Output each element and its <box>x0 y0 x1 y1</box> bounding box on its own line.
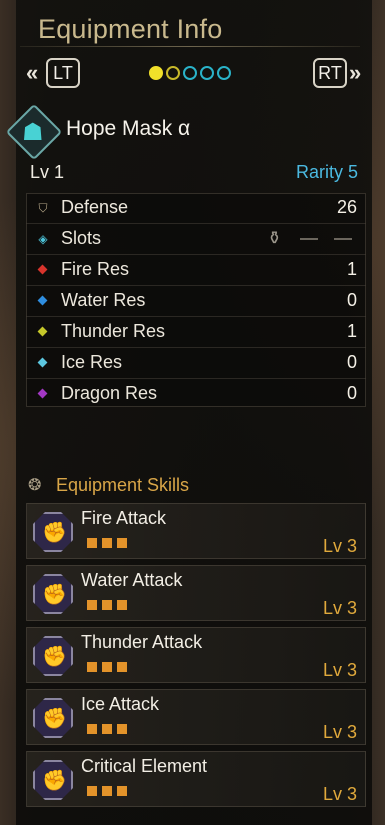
nav-left-arrow-icon[interactable]: « <box>26 60 38 86</box>
skill-badge-icon: ✊ <box>33 574 73 614</box>
page-dot <box>183 66 197 80</box>
empty-slot <box>334 238 352 240</box>
water-diamond-icon <box>37 295 48 306</box>
skill-level: Lv 3 <box>322 784 357 804</box>
stat-value: 0 <box>346 383 357 403</box>
shield-icon: ⛉ <box>38 201 48 215</box>
stat-label: Dragon Res <box>61 383 158 403</box>
stat-row-fire-res: Fire Res 1 <box>26 255 366 286</box>
stat-value: 0 <box>346 290 357 310</box>
skill-level: Lv 3 <box>322 536 357 556</box>
ice-diamond-icon <box>37 357 48 368</box>
stat-label: Defense <box>61 197 129 217</box>
stat-label: Water Res <box>61 290 146 310</box>
skill-card-ice-attack[interactable]: ✊ Ice Attack Lv 3 <box>26 689 366 745</box>
stat-row-thunder-res: Thunder Res 1 <box>26 317 366 348</box>
empty-slot <box>300 238 318 240</box>
skill-card-critical-element[interactable]: ✊ Critical Element Lv 3 <box>26 751 366 807</box>
skill-badge-icon: ✊ <box>33 636 73 676</box>
page-indicator <box>149 66 231 80</box>
page-dot <box>149 66 163 80</box>
nav-right-arrow-icon[interactable]: » <box>349 60 361 86</box>
slot-gem-icon: ◈ <box>38 232 48 246</box>
skill-badge-icon: ✊ <box>33 512 73 552</box>
skill-card-water-attack[interactable]: ✊ Water Attack Lv 3 <box>26 565 366 621</box>
panel-title: Equipment Info <box>38 14 223 44</box>
stat-row-dragon-res: Dragon Res 0 <box>26 379 366 410</box>
skill-level: Lv 3 <box>322 660 357 680</box>
stat-label: Ice Res <box>61 352 123 372</box>
skill-card-fire-attack[interactable]: ✊ Fire Attack Lv 3 <box>26 503 366 559</box>
fire-diamond-icon <box>37 264 48 275</box>
stat-label: Thunder Res <box>61 321 166 341</box>
rt-button[interactable]: RT <box>313 58 347 88</box>
dragon-diamond-icon <box>37 388 48 399</box>
skill-pips <box>87 662 127 672</box>
stat-label: Fire Res <box>61 259 130 279</box>
skill-level: Lv 3 <box>322 722 357 742</box>
skill-level: Lv 3 <box>322 598 357 618</box>
skill-card-thunder-attack[interactable]: ✊ Thunder Attack Lv 3 <box>26 627 366 683</box>
page-dot <box>166 66 180 80</box>
head-armor-icon: ☗ <box>22 119 44 146</box>
skill-badge-icon: ✊ <box>33 698 73 738</box>
skill-name: Fire Attack <box>81 508 167 528</box>
skill-badge-icon: ✊ <box>33 760 73 800</box>
title-divider <box>20 46 360 47</box>
page-dot <box>200 66 214 80</box>
skill-pips <box>87 724 127 734</box>
stat-row-ice-res: Ice Res 0 <box>26 348 366 379</box>
thunder-diamond-icon <box>37 326 48 337</box>
stat-row-slots: ◈ Slots ⚱ <box>26 224 366 255</box>
skill-name: Ice Attack <box>81 694 160 714</box>
stat-row-defense: ⛉ Defense 26 <box>26 193 366 224</box>
skill-name: Critical Element <box>81 756 208 776</box>
skill-pips <box>87 786 127 796</box>
skill-pips <box>87 600 127 610</box>
skills-section-title: Equipment Skills <box>56 475 190 495</box>
weapon-slot-icon: ⚱ <box>266 228 282 248</box>
skill-name: Water Attack <box>81 570 183 590</box>
item-name: Hope Mask α <box>66 117 191 140</box>
item-rarity: Rarity 5 <box>295 162 358 182</box>
skills-icon: ❂ <box>28 477 42 494</box>
stat-value: 1 <box>346 321 357 341</box>
skill-pips <box>87 538 127 548</box>
item-level: Lv 1 <box>30 162 65 182</box>
lt-button[interactable]: LT <box>46 58 80 88</box>
skill-name: Thunder Attack <box>81 632 203 652</box>
stat-row-water-res: Water Res 0 <box>26 286 366 317</box>
stat-label: Slots <box>61 228 102 248</box>
stat-value: 1 <box>346 259 357 279</box>
page-dot <box>217 66 231 80</box>
stat-value: 26 <box>336 197 357 217</box>
stat-value: 0 <box>346 352 357 372</box>
